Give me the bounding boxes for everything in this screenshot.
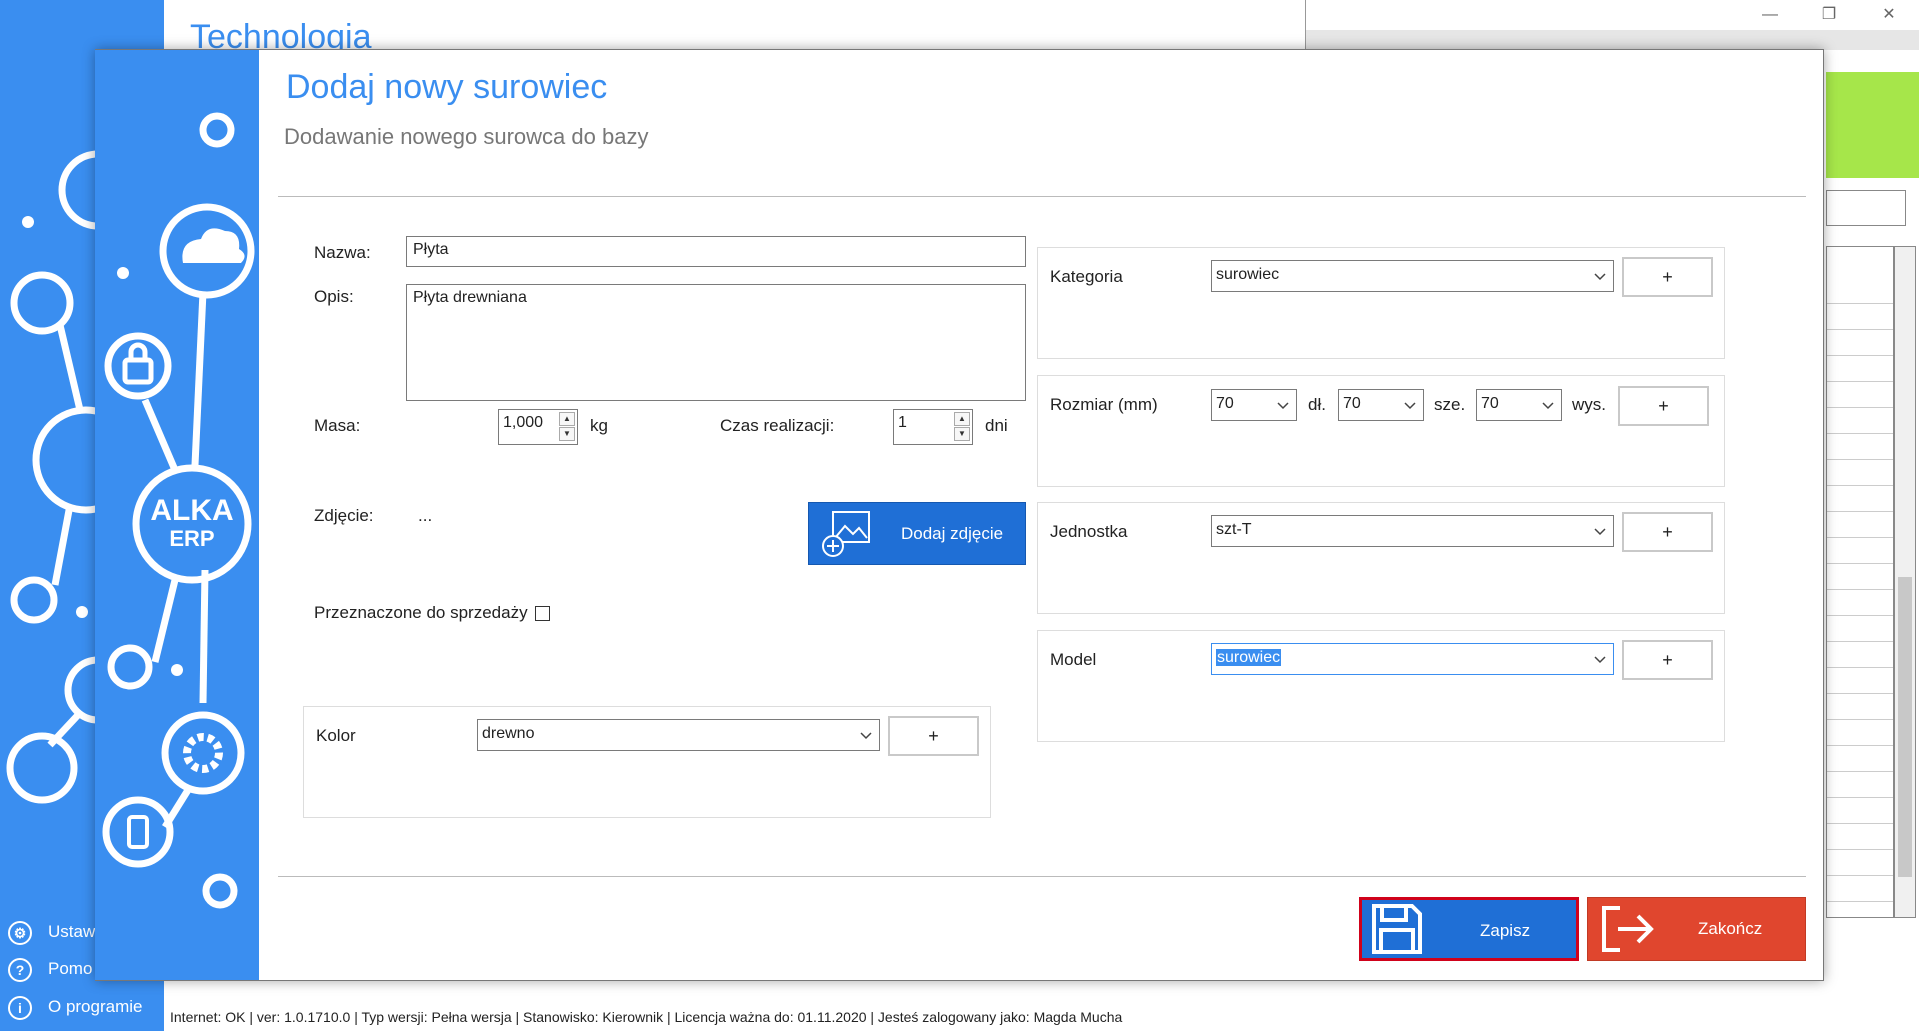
divider-top	[278, 196, 1806, 197]
background-table	[1826, 246, 1894, 918]
add-size-button[interactable]: +	[1618, 386, 1709, 426]
mass-unit: kg	[590, 416, 608, 435]
unit-label: Jednostka	[1050, 522, 1128, 541]
size-height-value: 70	[1481, 395, 1499, 412]
size-length-value: 70	[1216, 395, 1234, 412]
size-label: Rozmiar (mm)	[1050, 395, 1158, 414]
photo-value: ...	[418, 506, 433, 525]
mass-value: 1,000	[503, 414, 544, 431]
info-icon: i	[8, 996, 32, 1020]
dialog-title: Dodaj nowy surowiec	[286, 68, 608, 106]
chevron-down-icon	[1542, 402, 1554, 410]
color-select-value: drewno	[482, 725, 535, 742]
mass-stepper[interactable]: 1,000 ▲ ▼	[498, 409, 578, 445]
name-input[interactable]: Płyta	[406, 236, 1026, 267]
size-width-unit: sze.	[1434, 395, 1466, 414]
model-select-value: surowiec	[1216, 649, 1282, 666]
cloud-icon	[182, 228, 245, 263]
color-select[interactable]: drewno	[477, 719, 880, 751]
add-photo-button[interactable]: Dodaj zdjęcie	[808, 502, 1026, 565]
chevron-down-icon	[1404, 402, 1416, 410]
mass-increment-icon[interactable]: ▲	[559, 412, 575, 426]
mass-decrement-icon[interactable]: ▼	[559, 427, 575, 441]
add-photo-label: Dodaj zdjęcie	[901, 524, 1004, 543]
name-label: Nazwa:	[314, 243, 371, 262]
menu-item-about[interactable]: i O programie	[0, 989, 164, 1025]
background-toolbar	[1306, 30, 1919, 50]
chevron-down-icon	[1594, 528, 1606, 536]
network-logo-icon: ALKA ERP	[102, 112, 255, 909]
chevron-down-icon	[1594, 656, 1606, 664]
add-model-button[interactable]: +	[1622, 640, 1713, 680]
add-color-button[interactable]: +	[888, 716, 979, 756]
category-label: Kategoria	[1050, 267, 1123, 286]
size-length-select[interactable]: 70	[1211, 389, 1297, 421]
size-width-value: 70	[1343, 395, 1361, 412]
for-sale-label: Przeznaczone do sprzedaży	[314, 603, 528, 622]
status-bar: Internet: OK | ver: 1.0.1710.0 | Typ wer…	[164, 1003, 1919, 1031]
dialog-sidebar: ALKA ERP	[95, 50, 259, 980]
exit-label: Zakończ	[1698, 919, 1763, 938]
lock-icon	[122, 357, 154, 385]
gear-icon: ⚙	[8, 921, 32, 945]
restore-icon[interactable]: ❐	[1804, 4, 1854, 26]
add-category-button[interactable]: +	[1622, 257, 1713, 297]
model-label: Model	[1050, 650, 1097, 669]
background-search-input[interactable]	[1826, 190, 1906, 226]
divider-bottom	[278, 876, 1806, 877]
category-select[interactable]: surowiec	[1211, 260, 1614, 292]
unit-select-value: szt-T	[1216, 521, 1252, 538]
time-increment-icon[interactable]: ▲	[954, 412, 970, 426]
model-select[interactable]: surowiec	[1211, 643, 1614, 675]
background-scrollbar[interactable]	[1894, 246, 1916, 918]
size-width-select[interactable]: 70	[1338, 389, 1424, 421]
time-decrement-icon[interactable]: ▼	[954, 427, 970, 441]
realization-time-value: 1	[898, 414, 907, 431]
logo-line2: ERP	[169, 526, 214, 551]
realization-time-stepper[interactable]: 1 ▲ ▼	[893, 409, 973, 445]
add-unit-button[interactable]: +	[1622, 512, 1713, 552]
exit-button[interactable]: Zakończ	[1587, 897, 1806, 961]
mass-label: Masa:	[314, 416, 361, 435]
chevron-down-icon	[860, 732, 872, 740]
realization-time-unit: dni	[985, 416, 1008, 435]
help-icon: ?	[8, 958, 32, 982]
unit-select[interactable]: szt-T	[1211, 515, 1614, 547]
floppy-disk-icon	[1372, 904, 1422, 954]
gear-icon	[183, 733, 223, 773]
photo-label: Zdjęcie:	[314, 506, 374, 525]
description-label: Opis:	[314, 287, 354, 306]
dialog-subtitle: Dodawanie nowego surowca do bazy	[284, 124, 649, 149]
chevron-down-icon	[1594, 273, 1606, 281]
save-button[interactable]: Zapisz	[1359, 897, 1579, 961]
add-image-icon	[822, 511, 870, 557]
exit-icon	[1602, 906, 1654, 952]
size-height-select[interactable]: 70	[1476, 389, 1562, 421]
color-label: Kolor	[316, 726, 356, 745]
for-sale-checkbox[interactable]	[535, 606, 550, 621]
save-label: Zapisz	[1480, 921, 1531, 940]
chevron-down-icon	[1277, 402, 1289, 410]
description-textarea[interactable]: Płyta drewniana	[406, 284, 1026, 401]
minimize-icon[interactable]: —	[1745, 4, 1795, 26]
category-select-value: surowiec	[1216, 266, 1280, 283]
size-length-unit: dł.	[1308, 395, 1326, 414]
close-icon[interactable]: ✕	[1864, 4, 1914, 26]
green-banner	[1826, 72, 1919, 178]
realization-time-label: Czas realizacji:	[720, 416, 835, 435]
phone-icon	[127, 815, 149, 849]
logo-line1: ALKA	[150, 494, 233, 527]
size-height-unit: wys.	[1572, 395, 1606, 414]
